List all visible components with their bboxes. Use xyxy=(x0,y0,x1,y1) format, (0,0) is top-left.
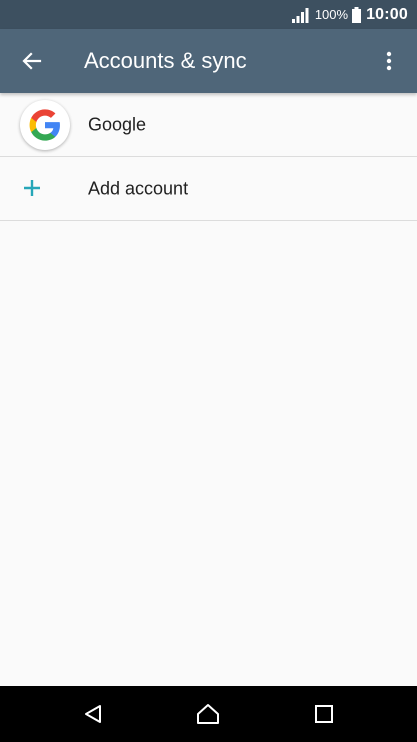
signal-icon xyxy=(291,7,309,23)
account-item-google[interactable]: Google xyxy=(0,93,417,157)
status-bar: 100% 10:00 xyxy=(0,0,417,29)
nav-home-button[interactable] xyxy=(194,700,222,728)
account-label: Google xyxy=(88,114,147,134)
nav-back-button[interactable] xyxy=(79,700,107,728)
google-avatar xyxy=(20,100,70,150)
clock: 10:00 xyxy=(366,5,408,23)
battery-icon xyxy=(352,6,362,23)
overflow-menu-button[interactable] xyxy=(373,45,405,77)
plus-icon xyxy=(24,180,40,196)
overflow-menu-icon xyxy=(386,51,392,71)
navigation-bar xyxy=(0,686,417,742)
nav-recents-button[interactable] xyxy=(310,700,338,728)
back-triangle-icon xyxy=(85,705,101,723)
back-button[interactable] xyxy=(16,45,48,77)
back-arrow-icon xyxy=(22,52,42,70)
google-logo-icon xyxy=(29,109,60,141)
add-account-item[interactable]: Add account xyxy=(0,157,417,221)
add-account-label: Add account xyxy=(88,178,189,198)
accounts-list: Google Add account xyxy=(0,93,417,221)
app-bar: Accounts & sync xyxy=(0,29,417,93)
page-title: Accounts & sync xyxy=(84,48,247,73)
recents-icon xyxy=(315,705,333,723)
battery-percentage: 100% xyxy=(314,7,349,22)
home-icon xyxy=(197,704,219,724)
